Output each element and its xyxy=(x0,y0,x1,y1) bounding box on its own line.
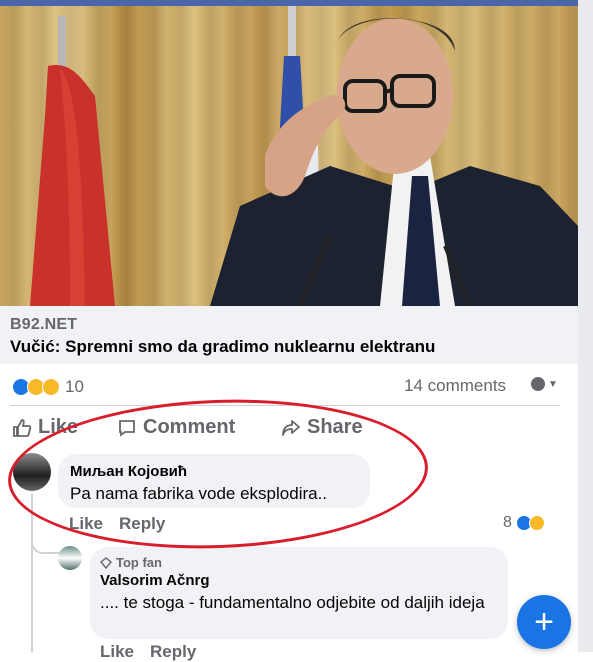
comments-count[interactable]: 14 comments xyxy=(404,376,506,396)
haha-reaction-icon xyxy=(528,515,545,531)
reply-actions: Like Reply xyxy=(100,642,196,662)
reactions-summary[interactable]: 10 xyxy=(12,376,84,398)
top-fan-badge: Top fan xyxy=(100,555,162,570)
diamond-icon xyxy=(100,556,112,569)
article-photo[interactable] xyxy=(0,6,578,306)
avatar[interactable] xyxy=(58,546,82,570)
thread-line xyxy=(31,494,33,652)
comment-reply-button[interactable]: Reply xyxy=(150,642,196,662)
caret-down-icon: ▼ xyxy=(548,378,558,390)
link-domain: B92.NET xyxy=(10,316,78,333)
photo-illustration xyxy=(30,6,578,306)
badge-label: Top fan xyxy=(116,555,162,570)
wow-reaction-icon xyxy=(42,378,60,396)
comment-like-button[interactable]: Like xyxy=(100,642,134,662)
link-title[interactable]: Vučić: Spremni smo da gradimo nuklearnu … xyxy=(10,337,435,357)
reaction-count: 10 xyxy=(65,377,84,396)
plus-icon: + xyxy=(534,603,554,641)
reply-bubble[interactable]: Top fan Valsorim Ačnrg .... te stoga - f… xyxy=(90,547,508,639)
reply-connector xyxy=(31,530,61,554)
comment-reactions[interactable]: 8 xyxy=(503,514,545,532)
comment-author[interactable]: Valsorim Ačnrg xyxy=(100,572,209,589)
thumbs-up-icon xyxy=(13,418,32,437)
globe-icon xyxy=(531,377,545,391)
comment-text: .... te stoga - fundamentalno odjebite o… xyxy=(100,593,485,612)
right-strip xyxy=(578,0,593,652)
comment-reaction-count: 8 xyxy=(503,514,512,531)
audience-selector[interactable]: ▼ xyxy=(531,377,558,391)
new-post-fab[interactable]: + xyxy=(517,595,571,649)
link-preview[interactable]: B92.NET Vučić: Spremni smo da gradimo nu… xyxy=(0,306,578,364)
